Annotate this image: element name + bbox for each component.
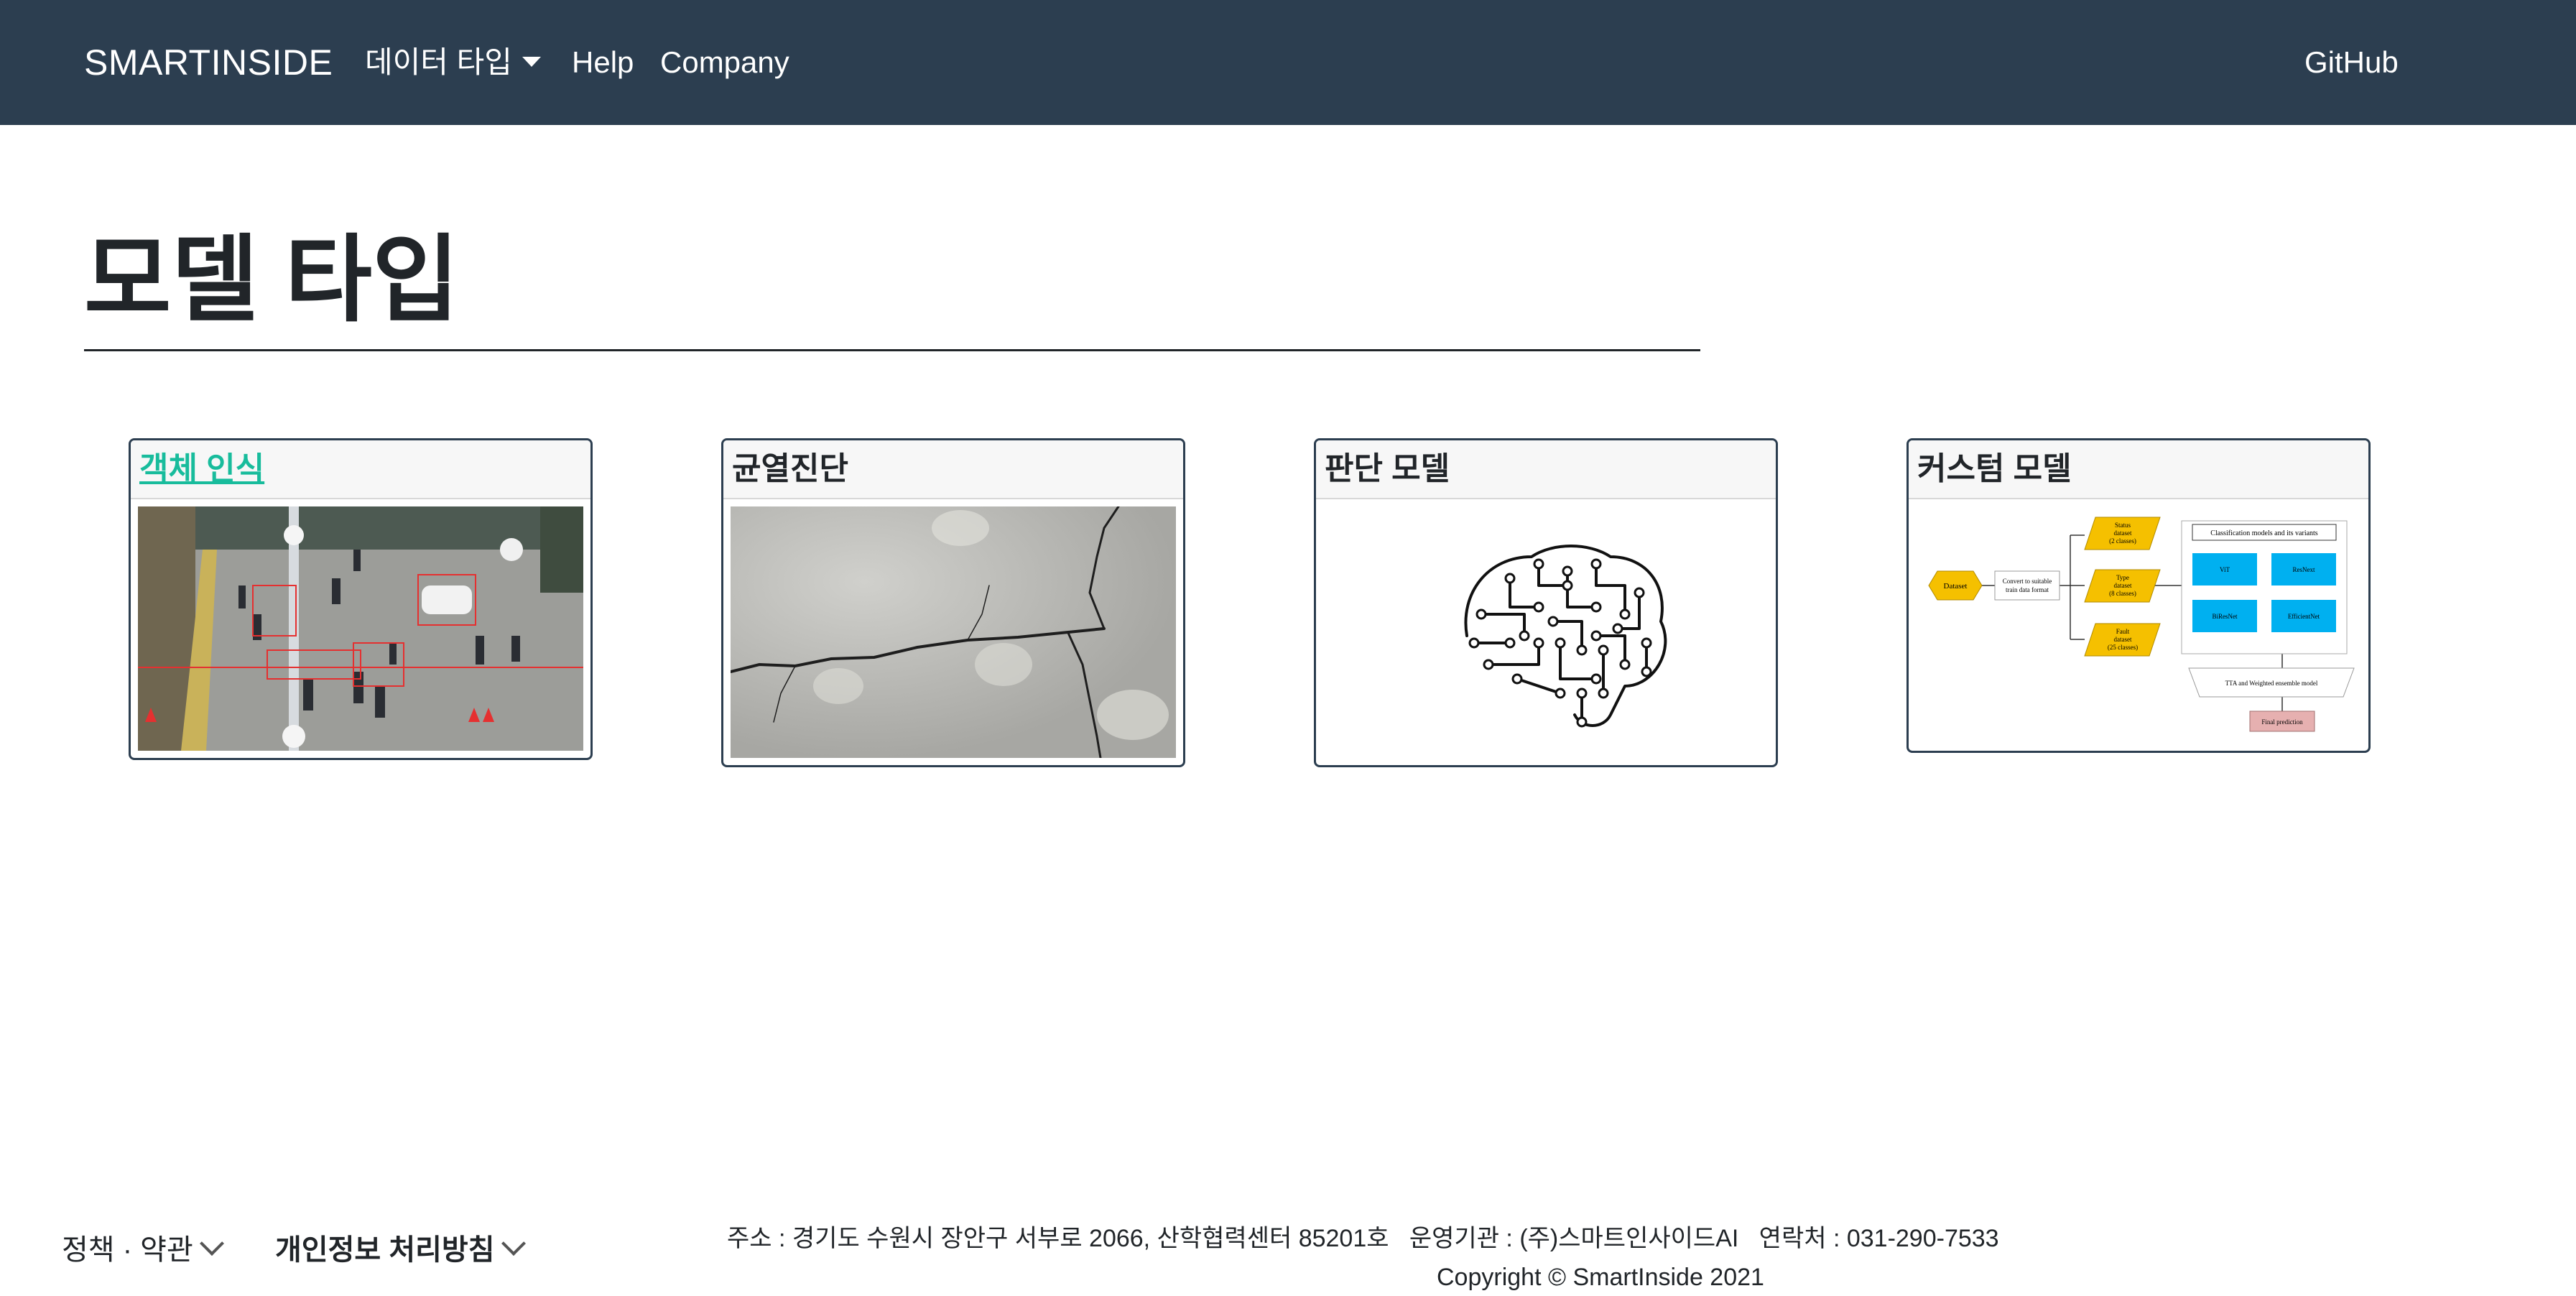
privacy-policy-dropdown[interactable]: 개인정보 처리방침	[275, 1228, 526, 1272]
svg-text:ResNext: ResNext	[2293, 566, 2315, 573]
nav-link-github[interactable]: GitHub	[2304, 0, 2399, 125]
chevron-down-icon	[199, 1231, 224, 1256]
svg-text:train data format: train data format	[2006, 586, 2049, 593]
model-card-object-detection: 객체 인식	[129, 438, 593, 760]
svg-text:dataset: dataset	[2114, 582, 2132, 589]
title-divider	[84, 349, 1700, 351]
convert-node	[1994, 570, 2060, 601]
data-type-dropdown[interactable]: 데이터 타입	[365, 0, 541, 125]
card-header: 균열진단	[723, 440, 1183, 499]
card-header: 커스텀 모델	[1909, 440, 2368, 499]
circuit-brain-icon[interactable]	[1323, 506, 1769, 758]
policy-terms-dropdown[interactable]: 정책 · 약관	[62, 1228, 224, 1272]
chevron-down-icon	[501, 1231, 526, 1256]
svg-text:ViT: ViT	[2220, 566, 2230, 573]
card-body	[1316, 499, 1776, 765]
card-body	[131, 499, 590, 758]
svg-text:dataset: dataset	[2114, 636, 2132, 643]
nav-link-company[interactable]: Company	[660, 0, 789, 125]
svg-text:Status: Status	[2115, 522, 2131, 529]
object-detection-image[interactable]	[138, 506, 583, 751]
caret-down-icon	[522, 56, 541, 67]
card-body	[723, 499, 1183, 765]
classification-pipeline-diagram[interactable]: Dataset Convert to suitable train data f…	[1916, 506, 2361, 744]
page-title: 모델 타입	[84, 227, 460, 333]
policy-terms-label: 정책 · 약관	[62, 1234, 193, 1266]
footer-address: 주소 : 경기도 수원시 장안구 서부로 2066, 산학협력센터 85201호…	[727, 1225, 1999, 1252]
svg-text:(2 classes): (2 classes)	[2109, 537, 2136, 545]
card-body: Dataset Convert to suitable train data f…	[1909, 499, 2368, 751]
svg-text:dataset: dataset	[2114, 529, 2132, 537]
model-card-crack-diagnosis: 균열진단	[721, 438, 1185, 767]
card-header: 객체 인식	[131, 440, 590, 499]
svg-text:TTA and Weighted ensemble mode: TTA and Weighted ensemble model	[2225, 680, 2318, 687]
svg-text:Fault: Fault	[2116, 628, 2130, 635]
svg-text:(8 classes): (8 classes)	[2109, 590, 2136, 597]
footer-copyright: Copyright © SmartInside 2021	[1437, 1264, 1764, 1291]
privacy-policy-label: 개인정보 처리방침	[275, 1234, 495, 1266]
nav-link-help[interactable]: Help	[572, 0, 634, 125]
svg-text:Type: Type	[2116, 574, 2129, 581]
svg-text:EfficientNet: EfficientNet	[2288, 613, 2320, 620]
models-group	[2181, 520, 2348, 654]
svg-text:(25 classes): (25 classes)	[2108, 644, 2138, 651]
svg-text:BiResNet: BiResNet	[2213, 613, 2238, 620]
card-title-link[interactable]: 객체 인식	[139, 451, 264, 486]
data-type-dropdown-label: 데이터 타입	[365, 45, 512, 79]
navbar: SMARTINSIDE 데이터 타입 Help Company GitHub	[0, 0, 2576, 125]
svg-text:Final prediction: Final prediction	[2261, 718, 2303, 726]
card-header: 판단 모델	[1316, 440, 1776, 499]
svg-text:Convert to suitable: Convert to suitable	[2003, 578, 2052, 585]
svg-text:Dataset: Dataset	[1944, 582, 1968, 591]
model-card-judgment: 판단 모델	[1314, 438, 1778, 767]
brand-logo[interactable]: SMARTINSIDE	[84, 0, 333, 125]
crack-image[interactable]	[731, 506, 1176, 758]
model-card-custom: 커스텀 모델 Dataset Convert to suitable train…	[1906, 438, 2371, 753]
svg-text:Classification models and its: Classification models and its variants	[2210, 529, 2318, 537]
